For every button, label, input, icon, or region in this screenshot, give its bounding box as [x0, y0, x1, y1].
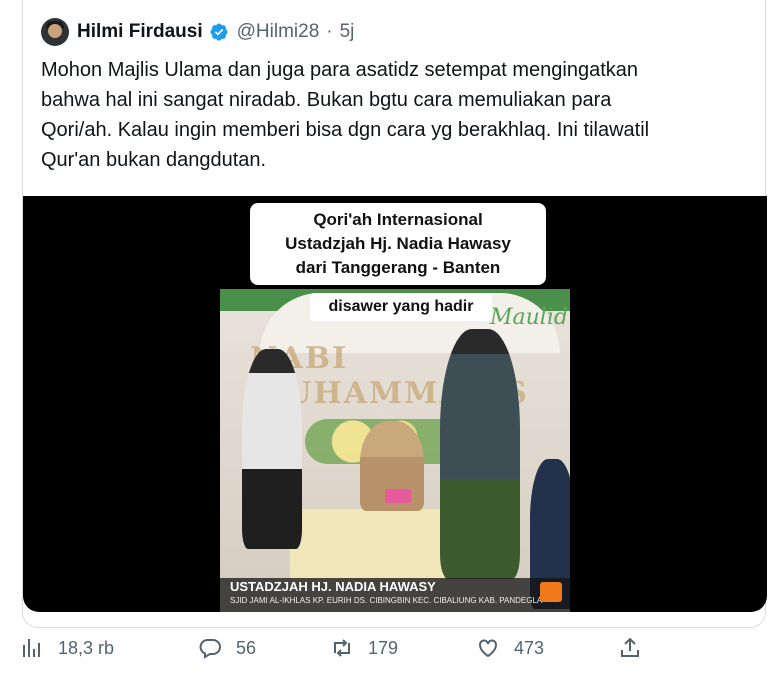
channel-logo-icon — [540, 582, 562, 602]
author-handle[interactable]: @Hilmi28 — [237, 21, 320, 43]
reply-bubble-icon — [199, 639, 221, 659]
tweet-media-video[interactable]: Qori'ah Internasional Ustadzjah Hj. Nadi… — [23, 196, 767, 612]
retweet-icon — [334, 639, 350, 657]
stage-table — [290, 509, 450, 579]
views-bar-chart-icon — [23, 639, 40, 657]
tweet-action-bar: 18,3 rb 56 179 473 — [20, 633, 760, 663]
verified-badge-icon — [210, 23, 228, 41]
retweet-count: 179 — [368, 637, 399, 658]
avatar[interactable] — [41, 18, 69, 46]
reply-button[interactable]: 56 — [198, 633, 256, 663]
video-caption-overlay: disawer yang hadir — [310, 293, 492, 321]
reply-count: 56 — [236, 637, 257, 658]
person-left — [242, 349, 302, 549]
video-lower-third: USTADZJAH HJ. NADIA HAWASY SJID JAMI AL-… — [220, 578, 570, 612]
person-right — [440, 329, 520, 579]
tweet-text: Mohon Majlis Ulama dan juga para asatidz… — [41, 59, 650, 171]
tweet-timestamp[interactable]: 5j — [340, 21, 355, 43]
video-title-line-3: dari Tanggerang - Banten — [295, 258, 501, 277]
views-button[interactable]: 18,3 rb — [20, 633, 114, 663]
share-button[interactable] — [618, 633, 656, 663]
lower-third-subtitle: SJID JAMI AL-IKHLAS KP. EURIH DS. CIBING… — [230, 596, 543, 605]
stage-banner-script: Maulid — [490, 305, 568, 330]
video-frame: Maulid NABI MUHAMMAD S USTADZJAH HJ. NAD… — [220, 289, 570, 612]
tweet-card[interactable]: Hilmi Firdausi @Hilmi28 · 5j Mohon Majli… — [22, 0, 767, 628]
like-count: 473 — [514, 637, 545, 658]
share-upload-icon — [621, 637, 639, 657]
lower-third-name: USTADZJAH HJ. NADIA HAWASY — [230, 579, 436, 594]
retweet-button[interactable]: 179 — [330, 633, 398, 663]
avatar-face — [48, 24, 62, 38]
separator-dot: · — [326, 21, 333, 42]
money-note — [385, 489, 411, 503]
video-title-line-1: Qori'ah Internasional — [313, 210, 483, 229]
author-display-name[interactable]: Hilmi Firdausi — [77, 21, 203, 43]
views-count: 18,3 rb — [58, 637, 115, 658]
video-title-line-2: Ustadzjah Hj. Nadia Hawasy — [285, 234, 511, 253]
like-button[interactable]: 473 — [476, 633, 544, 663]
heart-icon — [479, 639, 497, 658]
video-title-overlay: Qori'ah Internasional Ustadzjah Hj. Nadi… — [250, 203, 546, 285]
tweet-header: Hilmi Firdausi @Hilmi28 · 5j — [41, 17, 354, 47]
